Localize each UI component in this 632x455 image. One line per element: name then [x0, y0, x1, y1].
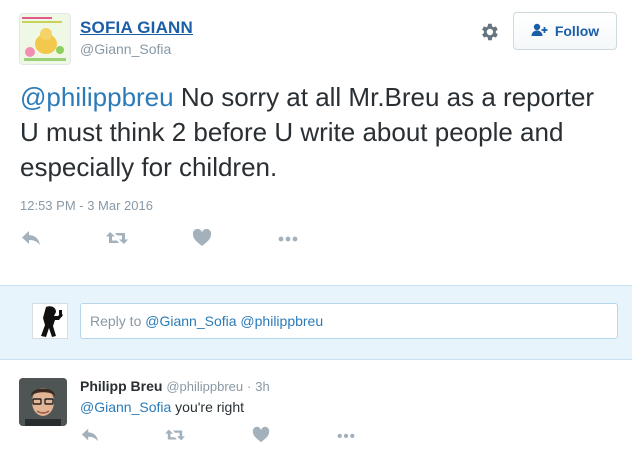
reply-mention-1: @Giann_Sofia	[145, 313, 237, 329]
reply-mention-2: @philippbreu	[240, 313, 324, 329]
follow-label: Follow	[554, 23, 600, 39]
reply-box: Reply to @Giann_Sofia @philippbreu	[0, 285, 632, 360]
display-name[interactable]: SOFIA GIANN	[80, 18, 193, 38]
more-icon[interactable]	[276, 228, 300, 252]
tweet-text: @philippbreu No sorry at all Mr.Breu as …	[20, 80, 620, 185]
retweet-icon[interactable]	[105, 228, 129, 252]
reply-screen-name[interactable]: @philippbreu	[166, 379, 243, 394]
reply-dot: ·	[247, 379, 252, 394]
reply-icon[interactable]	[20, 228, 44, 252]
reply-tweet: Philipp Breu @philippbreu · 3h @Giann_So…	[0, 366, 632, 455]
timestamp[interactable]: 12:53 PM - 3 Mar 2016	[20, 198, 153, 213]
reply-body: you're right	[171, 399, 244, 415]
reply-display-name[interactable]: Philipp Breu	[80, 378, 162, 394]
gear-icon[interactable]	[478, 21, 500, 43]
more-icon[interactable]	[335, 426, 359, 450]
reply-mention[interactable]: @Giann_Sofia	[80, 399, 171, 415]
reply-time[interactable]: 3h	[255, 379, 269, 394]
main-tweet: SOFIA GIANN @Giann_Sofia Follow @philipp…	[0, 0, 632, 285]
like-icon[interactable]	[192, 228, 216, 252]
like-icon[interactable]	[252, 426, 276, 450]
reply-icon[interactable]	[80, 426, 104, 450]
reply-text: @Giann_Sofia you're right	[80, 399, 244, 415]
reply-input[interactable]: Reply to @Giann_Sofia @philippbreu	[80, 303, 618, 339]
reply-author[interactable]: Philipp Breu @philippbreu · 3h	[80, 378, 270, 394]
screen-name[interactable]: @Giann_Sofia	[80, 41, 171, 57]
avatar[interactable]	[19, 13, 71, 65]
retweet-icon[interactable]	[164, 426, 188, 450]
user-avatar	[32, 303, 68, 339]
add-user-icon	[531, 23, 549, 40]
reply-prefix: Reply to	[90, 313, 146, 329]
avatar[interactable]	[19, 378, 67, 426]
mention-link[interactable]: @philippbreu	[20, 82, 174, 112]
follow-button[interactable]: Follow	[513, 12, 617, 50]
